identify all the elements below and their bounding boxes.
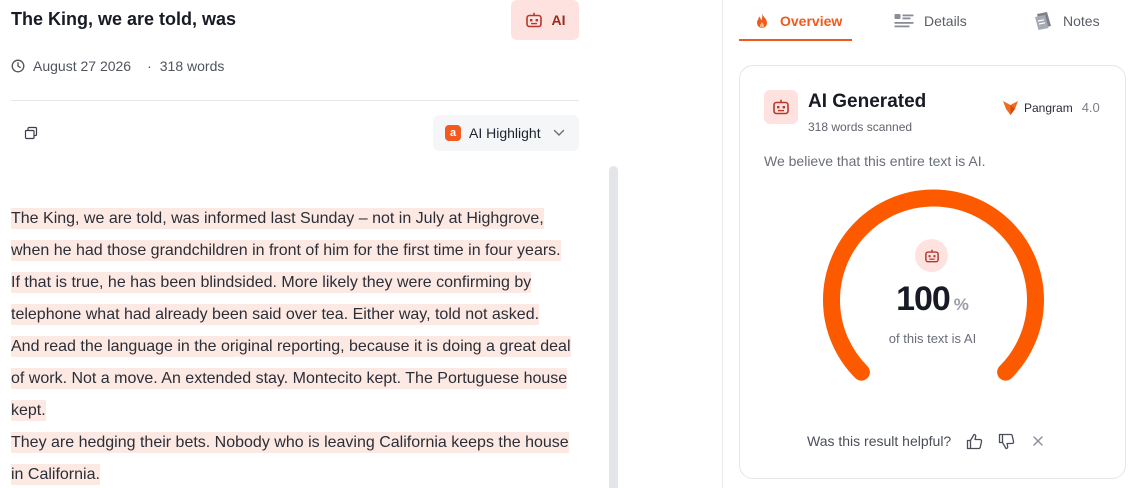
ai-highlighted-text: And read the language in the original re…	[11, 336, 571, 357]
ai-highlighted-text: telephone what had already been said ove…	[11, 304, 540, 325]
verdict-text: We believe that this entire text is AI.	[764, 153, 986, 169]
document-pane: The King, we are told, was AI August 27 …	[0, 0, 722, 488]
paragraph: The King, we are told, was informed last…	[11, 203, 591, 331]
ai-highlighted-text: in California.	[11, 464, 100, 485]
brand-badge: Pangram 4.0	[1002, 99, 1100, 116]
tab-overview-label: Overview	[780, 12, 843, 29]
ai-highlighted-text: of work. Not a move. An extended stay. M…	[11, 368, 568, 389]
feedback-prompt: Was this result helpful?	[807, 433, 952, 449]
feedback-row: Was this result helpful?	[807, 432, 1047, 450]
copy-icon[interactable]	[24, 126, 38, 140]
text-line: when he had those grandchildren in front…	[11, 235, 591, 267]
result-title: AI Generated	[808, 91, 927, 112]
document-title: The King, we are told, was	[11, 9, 237, 29]
document-meta: August 27 2026 · 318 words	[11, 58, 224, 74]
brand-name: Pangram	[1024, 100, 1073, 115]
ai-tag-label: AI	[551, 12, 566, 28]
text-line: in California.	[11, 459, 591, 488]
text-line: They are hedging their bets. Nobody who …	[11, 427, 591, 459]
notes-icon	[1035, 11, 1051, 30]
tab-notes-label: Notes	[1063, 12, 1100, 29]
ai-highlighted-text: If that is true, he has been blindsided.…	[11, 272, 532, 293]
score-value: 100	[896, 280, 951, 318]
pangram-logo-icon	[1003, 101, 1018, 115]
brand-version: 4.0	[1081, 100, 1100, 115]
clock-icon	[11, 59, 25, 73]
ai-highlighted-text: kept.	[11, 400, 46, 421]
scrollbar[interactable]	[609, 166, 618, 488]
score-readout: 100%	[740, 280, 1125, 319]
paragraph: And read the language in the original re…	[11, 331, 591, 427]
chevron-down-icon	[553, 129, 564, 136]
word-count: 318 words	[159, 58, 225, 74]
text-line: If that is true, he has been blindsided.…	[11, 267, 591, 299]
highlight-badge-icon: a	[445, 125, 461, 141]
ai-highlighted-text: The King, we are told, was informed last…	[11, 208, 544, 229]
tab-notes[interactable]: Notes	[1033, 0, 1100, 41]
tab-details-label: Details	[924, 12, 967, 29]
flame-icon	[757, 12, 767, 28]
tab-overview[interactable]: Overview	[754, 0, 842, 41]
score-unit: %	[953, 295, 969, 314]
text-line: of work. Not a move. An extended stay. M…	[11, 363, 591, 395]
thumbs-up-icon[interactable]	[965, 432, 983, 450]
ai-tag: AI	[511, 0, 579, 40]
ai-highlighted-text: when he had those grandchildren in front…	[11, 240, 561, 261]
gauge-robot-icon	[915, 239, 948, 272]
close-icon[interactable]	[1029, 432, 1047, 450]
result-sidebar: Overview Details Notes AI Generated 318 …	[723, 0, 1137, 488]
header-divider	[11, 100, 579, 101]
ai-highlight-label: AI Highlight	[469, 125, 541, 141]
ai-highlight-dropdown[interactable]: a AI Highlight	[433, 115, 579, 151]
ai-highlighted-text: They are hedging their bets. Nobody who …	[11, 432, 569, 453]
paragraph: They are hedging their bets. Nobody who …	[11, 427, 591, 488]
text-line: The King, we are told, was informed last…	[11, 203, 591, 235]
document-date: August 27 2026	[33, 58, 132, 74]
meta-separator: ·	[147, 58, 152, 74]
robot-icon	[764, 90, 798, 124]
thumbs-down-icon[interactable]	[997, 432, 1015, 450]
text-line: kept.	[11, 395, 591, 427]
details-list-icon	[894, 13, 914, 27]
text-line: And read the language in the original re…	[11, 331, 591, 363]
score-caption: of this text is AI	[888, 331, 977, 346]
document-body: The King, we are told, was informed last…	[11, 203, 591, 488]
text-line: telephone what had already been said ove…	[11, 299, 591, 331]
result-card: AI Generated 318 words scanned Pangram 4…	[739, 65, 1126, 479]
active-tab-indicator	[739, 39, 852, 41]
tab-details[interactable]: Details	[894, 0, 967, 41]
words-scanned: 318 words scanned	[808, 120, 913, 134]
robot-icon	[525, 12, 542, 28]
